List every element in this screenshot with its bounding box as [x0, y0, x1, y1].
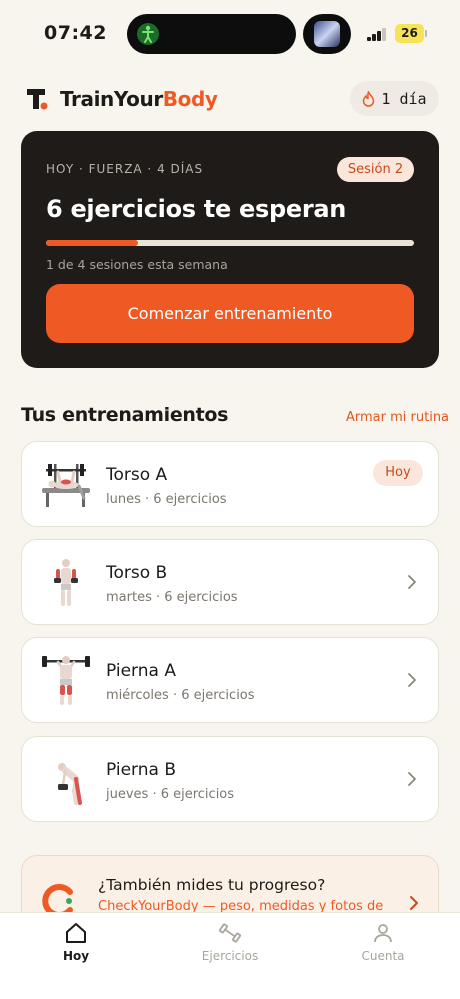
- tab-label: Ejercicios: [201, 949, 259, 963]
- today-badge: Hoy: [373, 460, 423, 486]
- flame-icon: [363, 90, 375, 107]
- weekly-progress-text: 1 de 4 sesiones esta semana: [46, 257, 228, 272]
- user-icon: [374, 924, 392, 943]
- workout-schedule: martes · 6 ejercicios: [106, 590, 238, 605]
- streak-label: 1 día: [381, 89, 427, 108]
- bench-press-icon: [42, 464, 90, 507]
- session-badge: Sesión 2: [337, 157, 414, 182]
- build-routine-link[interactable]: Armar mi rutina: [346, 410, 449, 425]
- chevron-right-icon: [408, 673, 416, 687]
- session-title: 6 ejercicios te esperan: [46, 195, 347, 223]
- tab-label: Hoy: [62, 949, 90, 963]
- workout-card-pierna-a[interactable]: Pierna A miércoles · 6 ejercicios: [21, 637, 439, 723]
- session-meta: HOY · FUERZA · 4 DÍAS: [46, 162, 204, 176]
- signal-icon: [367, 28, 387, 41]
- workout-card-torso-b[interactable]: Torso B martes · 6 ejercicios: [21, 539, 439, 625]
- workout-name: Pierna B: [106, 760, 177, 780]
- today-session-card: HOY · FUERZA · 4 DÍAS Sesión 2 6 ejercic…: [21, 131, 439, 368]
- weekly-progress-fill: [46, 240, 138, 246]
- tab-ejercicios[interactable]: Ejercicios: [170, 921, 290, 963]
- activity-figure-icon: [137, 23, 159, 45]
- bottom-tab-bar: Hoy Ejercicios Cuenta: [0, 912, 460, 999]
- chevron-right-icon: [408, 575, 416, 589]
- dumbbell-icon: [219, 923, 241, 943]
- chevron-right-icon: [408, 772, 416, 786]
- workout-card-pierna-b[interactable]: Pierna B jueves · 6 ejercicios: [21, 736, 439, 822]
- battery-icon: 26: [395, 24, 424, 43]
- logo-icon: [27, 89, 48, 110]
- promo-title: ¿También mides tu progreso?: [98, 876, 326, 894]
- workout-name: Pierna A: [106, 661, 176, 681]
- tab-label: Cuenta: [361, 949, 405, 963]
- start-workout-button[interactable]: Comenzar entrenamiento: [46, 284, 414, 343]
- deadlift-icon: [58, 763, 82, 805]
- weekly-progress-bar: [46, 240, 414, 246]
- status-time: 07:42: [44, 22, 107, 44]
- streak-pill[interactable]: 1 día: [350, 81, 439, 116]
- workout-name: Torso B: [106, 563, 168, 583]
- barbell-squat-icon: [42, 656, 90, 705]
- dynamic-island: [127, 14, 296, 54]
- workout-name: Torso A: [106, 465, 168, 485]
- dumbbell-curl-icon: [54, 559, 78, 606]
- tab-hoy[interactable]: Hoy: [16, 921, 136, 963]
- battery-cap: [425, 30, 427, 37]
- chevron-right-icon: [410, 896, 418, 910]
- now-playing-island: [303, 14, 351, 54]
- section-title: Tus entrenamientos: [21, 404, 229, 426]
- tab-cuenta[interactable]: Cuenta: [323, 921, 443, 963]
- album-art-icon: [314, 21, 340, 47]
- workout-card-torso-a[interactable]: Torso A lunes · 6 ejercicios Hoy: [21, 441, 439, 527]
- workout-schedule: jueves · 6 ejercicios: [106, 787, 235, 802]
- home-icon: [66, 923, 86, 943]
- workout-schedule: miércoles · 6 ejercicios: [106, 688, 255, 703]
- brand-name: TrainYourBody: [60, 87, 218, 111]
- brand-accent: Body: [162, 87, 218, 111]
- status-bar: 07:42 26: [0, 0, 460, 68]
- brand-plain: TrainYour: [60, 87, 163, 111]
- workout-schedule: lunes · 6 ejercicios: [106, 492, 227, 507]
